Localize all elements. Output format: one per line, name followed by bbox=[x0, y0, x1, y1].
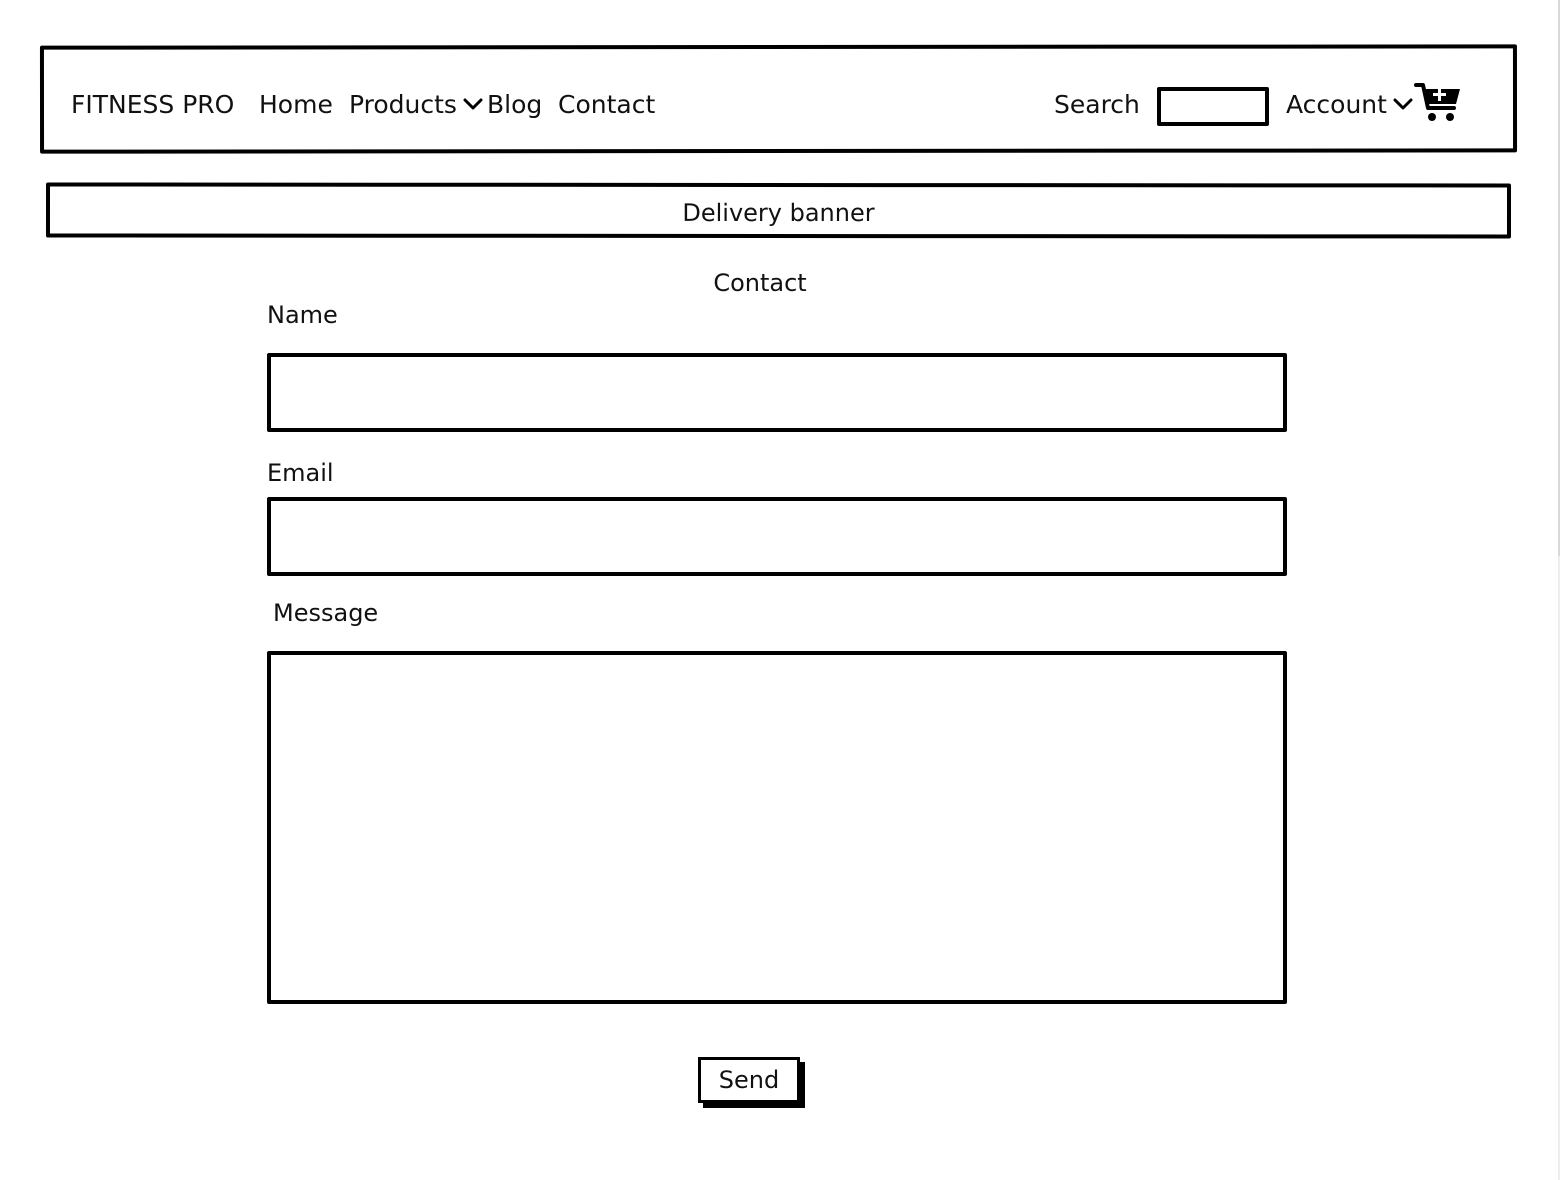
chevron-down-icon bbox=[1393, 98, 1413, 110]
email-label: Email bbox=[267, 459, 334, 487]
page-scrollbar-edge bbox=[1558, 0, 1560, 556]
page-title: Contact bbox=[713, 269, 807, 297]
email-field[interactable] bbox=[267, 497, 1287, 576]
chevron-down-icon bbox=[463, 98, 483, 110]
message-label: Message bbox=[273, 599, 379, 627]
delivery-banner: Delivery banner bbox=[45, 182, 1512, 239]
nav-blog[interactable]: Blog bbox=[487, 88, 542, 122]
nav-contact[interactable]: Contact bbox=[558, 88, 655, 122]
page-scrollbar-edge-lower bbox=[1558, 556, 1560, 1180]
brand-logo[interactable]: FITNESS PRO bbox=[71, 88, 234, 122]
account-label: Account bbox=[1286, 90, 1387, 119]
message-field[interactable] bbox=[267, 651, 1287, 1004]
account-menu[interactable]: Account bbox=[1286, 88, 1413, 122]
search-input[interactable] bbox=[1157, 87, 1269, 126]
search-label: Search bbox=[1054, 90, 1140, 119]
name-field[interactable] bbox=[267, 353, 1287, 432]
send-button[interactable]: Send bbox=[698, 1057, 800, 1103]
name-label: Name bbox=[267, 301, 338, 329]
shopping-cart-plus-icon[interactable] bbox=[1414, 80, 1462, 124]
nav-products-label: Products bbox=[349, 90, 457, 119]
delivery-banner-text: Delivery banner bbox=[682, 198, 875, 228]
nav-home[interactable]: Home bbox=[259, 88, 333, 122]
nav-products[interactable]: Products bbox=[349, 88, 483, 122]
